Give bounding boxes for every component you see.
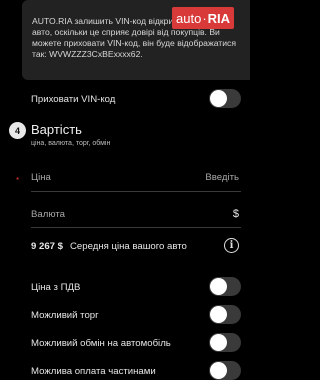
currency-label: Валюта (31, 208, 65, 220)
exchange-label: Можливий обмін на автомобіль (31, 337, 171, 349)
average-price-row: 9 267 $ Середня ціна вашого авто (0, 237, 250, 255)
currency-select[interactable]: $ (233, 208, 239, 220)
price-label: Ціна (31, 171, 51, 183)
vat-toggle[interactable] (209, 277, 241, 296)
average-price-text: Середня ціна вашого авто (70, 240, 187, 252)
bargain-toggle[interactable] (209, 305, 241, 324)
currency-divider (31, 227, 241, 228)
autoria-logo: auto · RIA (172, 7, 235, 29)
exchange-toggle[interactable] (209, 333, 241, 352)
section-subtitle: ціна, валюта, торг, обмін (31, 140, 111, 147)
logo-text-auto: auto (176, 10, 202, 26)
vat-label: Ціна з ПДВ (31, 281, 81, 293)
average-price-value: 9 267 $ (31, 240, 64, 252)
section-number-badge: 4 (9, 122, 26, 139)
toggle-knob (210, 362, 227, 379)
price-field[interactable]: Ціна Введіть (0, 168, 250, 186)
toggle-knob (210, 278, 227, 295)
toggle-knob (210, 334, 227, 351)
toggle-knob (210, 306, 227, 323)
currency-field[interactable]: Валюта $ (0, 205, 250, 223)
price-divider (31, 191, 241, 192)
info-icon[interactable]: i (224, 238, 239, 253)
toggle-knob (210, 90, 227, 107)
installments-toggle[interactable] (209, 361, 241, 380)
installments-label: Можлива оплата частинами (31, 365, 156, 377)
hide-vin-toggle[interactable] (209, 89, 241, 108)
logo-text-ria: RIA (207, 10, 231, 26)
section-title: Вартість (31, 122, 82, 137)
bargain-label: Можливий торг (31, 309, 99, 321)
price-input[interactable]: Введіть (205, 172, 239, 183)
hide-vin-label: Приховати VIN-код (31, 93, 116, 105)
